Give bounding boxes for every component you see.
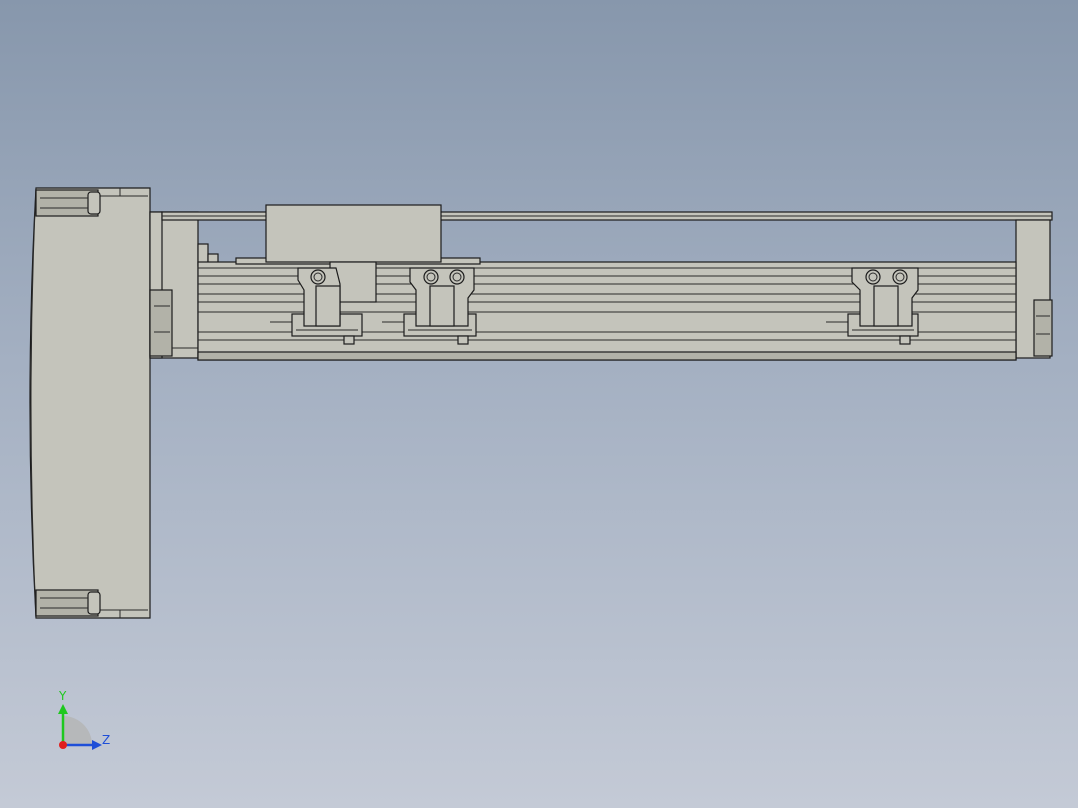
motor-mount-bolt-bottom xyxy=(35,589,101,617)
triad-plane-icon xyxy=(63,716,92,745)
left-end-block[interactable] xyxy=(149,211,199,359)
z-axis-label: Z xyxy=(102,733,110,747)
right-end-block[interactable] xyxy=(1015,219,1053,359)
motor-mount-bolt-top xyxy=(35,189,101,217)
linear-actuator-model[interactable]: Y Z xyxy=(0,0,1078,808)
x-axis-origin-icon xyxy=(59,741,67,749)
y-axis-arrowhead xyxy=(58,704,68,714)
carriage-block[interactable] xyxy=(265,204,442,263)
cad-viewport[interactable]: Y Z xyxy=(0,0,1078,808)
z-axis-arrowhead xyxy=(92,740,102,750)
y-axis-label: Y xyxy=(58,689,67,703)
motor-housing[interactable] xyxy=(29,187,151,619)
orientation-triad[interactable]: Y Z xyxy=(58,689,110,750)
